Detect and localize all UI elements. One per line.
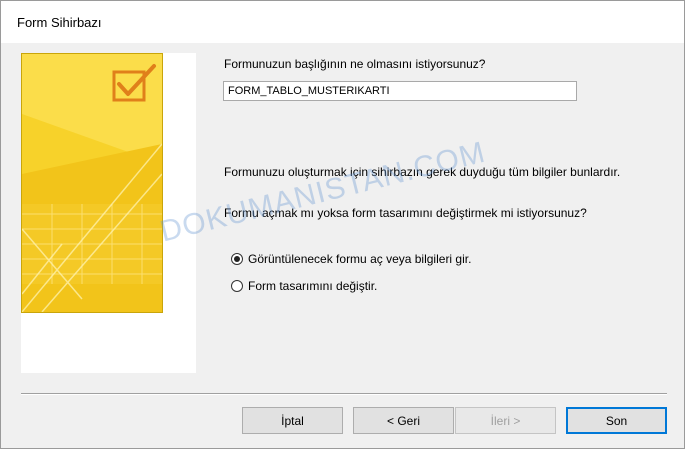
checkmark-box-icon bbox=[21, 53, 163, 313]
radio-open-form-label: Görüntülenecek formu aç veya bilgileri g… bbox=[248, 252, 472, 266]
info-text: Formunuzu oluşturmak için sihirbazın ger… bbox=[224, 165, 621, 179]
form-title-prompt: Formunuzun başlığının ne olmasını istiyo… bbox=[224, 57, 486, 71]
finish-button[interactable]: Son bbox=[566, 407, 667, 434]
wizard-side-panel bbox=[21, 53, 196, 373]
open-option-prompt: Formu açmak mı yoksa form tasarımını değ… bbox=[224, 206, 587, 220]
next-button[interactable]: İleri > bbox=[455, 407, 556, 434]
footer-separator bbox=[21, 393, 667, 395]
title-bar: Form Sihirbazı bbox=[1, 1, 684, 43]
watermark: DOKUMANISTAN.COM bbox=[156, 135, 489, 249]
radio-modify-design[interactable]: Form tasarımını değiştir. bbox=[231, 277, 377, 295]
form-title-input[interactable]: FORM_TABLO_MUSTERIKARTI bbox=[223, 81, 577, 101]
back-button[interactable]: < Geri bbox=[353, 407, 454, 434]
radio-modify-design-label: Form tasarımını değiştir. bbox=[248, 279, 378, 293]
window-title: Form Sihirbazı bbox=[17, 15, 102, 30]
radio-open-form[interactable]: Görüntülenecek formu aç veya bilgileri g… bbox=[231, 250, 471, 268]
form-wizard-window: Form Sihirbazı Formunuzun başlığının ne … bbox=[0, 0, 685, 449]
cancel-button[interactable]: İptal bbox=[242, 407, 343, 434]
radio-button-unchecked[interactable] bbox=[231, 280, 243, 292]
radio-button-checked[interactable] bbox=[231, 253, 243, 265]
